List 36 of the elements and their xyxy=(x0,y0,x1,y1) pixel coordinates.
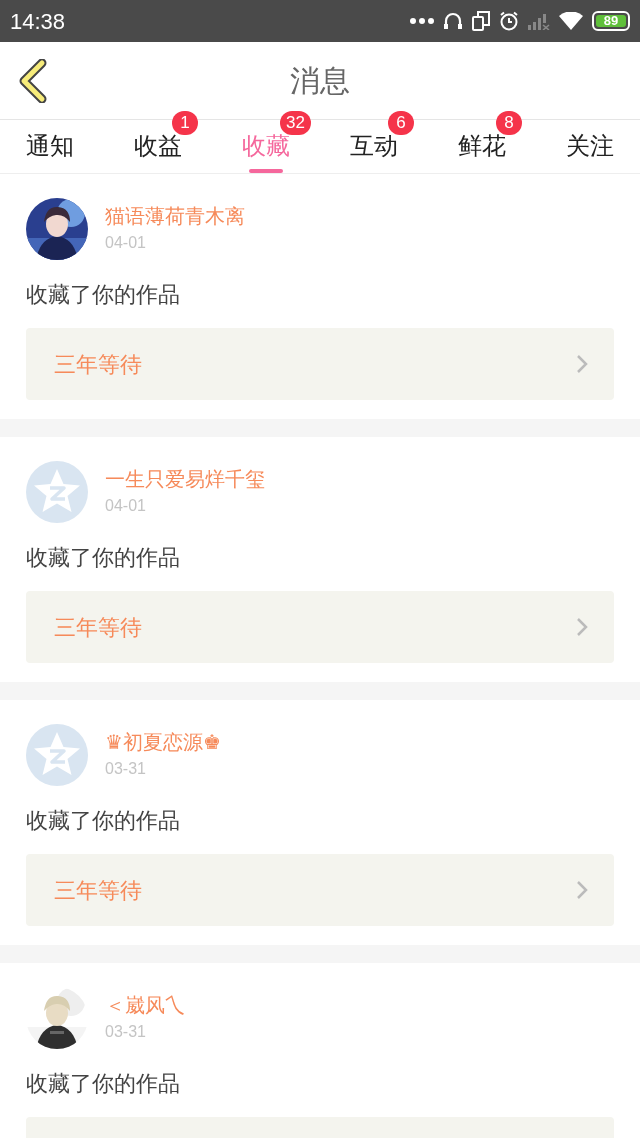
user-name[interactable]: 猫语薄荷青木离 xyxy=(105,202,245,230)
message-text: 收藏了你的作品 xyxy=(26,281,180,309)
work-link[interactable]: 三年等待 xyxy=(26,591,614,663)
default-avatar-icon xyxy=(26,724,88,786)
user-name[interactable]: ＜崴风乀 xyxy=(105,991,185,1019)
message-text: 收藏了你的作品 xyxy=(26,1070,180,1098)
chevron-right-icon xyxy=(576,617,588,637)
user-name[interactable]: 一生只爱易烊千玺 xyxy=(105,465,265,493)
chevron-right-icon xyxy=(576,880,588,900)
count-badge: 1 xyxy=(172,111,198,135)
work-link[interactable]: 三年等待 xyxy=(26,328,614,400)
battery-level: 89 xyxy=(596,15,626,27)
message-date: 04-01 xyxy=(105,233,147,253)
tab-underline xyxy=(249,169,283,173)
more-icon xyxy=(410,18,434,24)
work-link[interactable]: 三年等待 xyxy=(26,854,614,926)
message-date: 04-01 xyxy=(105,496,147,516)
user-name[interactable]: ♛初夏恋源♚ xyxy=(105,728,221,756)
count-badge: 6 xyxy=(388,111,414,135)
message-date: 03-31 xyxy=(105,759,147,779)
status-time: 14:38 xyxy=(10,7,66,36)
message-date: 03-31 xyxy=(105,1022,147,1042)
headphones-icon xyxy=(443,11,463,31)
chevron-right-icon xyxy=(576,354,588,374)
alarm-icon xyxy=(499,11,519,31)
tab[interactable]: 通知 xyxy=(26,119,74,173)
page-title: 消息 xyxy=(290,62,350,100)
screen-icon xyxy=(472,11,490,31)
count-badge: 32 xyxy=(280,111,311,135)
wifi-icon xyxy=(559,12,583,30)
message-text: 收藏了你的作品 xyxy=(26,544,180,572)
message-text: 收藏了你的作品 xyxy=(26,807,180,835)
count-badge: 8 xyxy=(496,111,522,135)
default-avatar-icon xyxy=(26,461,88,523)
signal-icon xyxy=(528,12,550,30)
tab[interactable]: 关注 xyxy=(566,119,614,173)
